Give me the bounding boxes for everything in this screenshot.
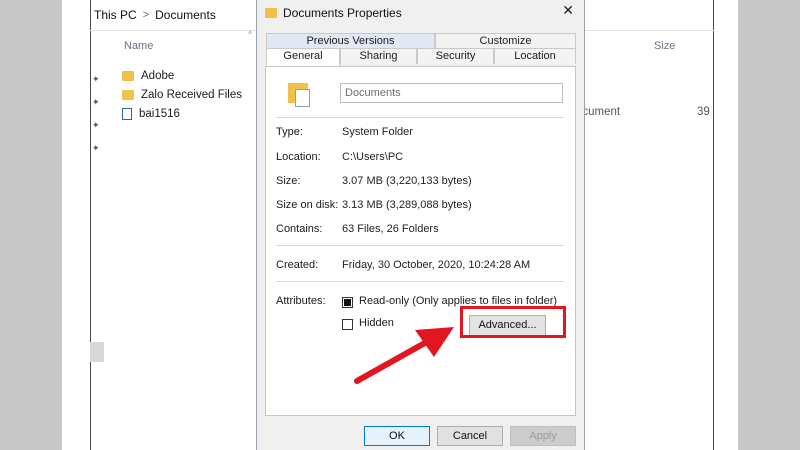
documents-folder-icon [288,81,312,107]
dialog-title: Documents Properties [283,6,402,20]
divider [276,281,564,282]
pin-icon[interactable]: ✦ [92,74,100,85]
tab-security[interactable]: Security [417,48,494,64]
readonly-checkbox[interactable] [342,296,353,308]
folder-icon [265,8,277,18]
prop-label: Created: [276,259,319,271]
prop-attributes: Attributes: [276,295,342,307]
list-item[interactable]: bai1516 [122,104,242,123]
column-header-name[interactable]: Name [124,40,153,52]
prop-label: Size: [276,175,301,187]
tab-row-bottom: General Sharing Security Location [266,48,576,67]
close-icon[interactable]: ✕ [562,2,574,19]
breadcrumb-documents[interactable]: Documents [155,8,216,22]
breadcrumb-this-pc[interactable]: This PC [94,8,137,22]
prop-value: 3.07 MB (3,220,133 bytes) [342,175,472,187]
prop-value: 63 Files, 26 Folders [342,223,439,235]
prop-label: Contains: [276,223,323,235]
prop-value: System Folder [342,126,413,138]
pin-icon[interactable]: ✦ [92,120,100,131]
scrollbar-thumb[interactable] [90,342,104,362]
file-size-cell: 39 [697,106,710,118]
column-header-size[interactable]: Size [654,40,675,52]
file-name: Adobe [141,69,175,82]
file-name: bai1516 [139,107,180,120]
prop-size-on-disk: Size on disk: 3.13 MB (3,289,088 bytes) [276,199,472,211]
prop-label: Type: [276,126,303,138]
word-document-icon [122,107,132,120]
tab-row-top: Previous Versions Customize [266,33,576,49]
prop-location: Location: C:\Users\PC [276,151,403,163]
tab-previous-versions[interactable]: Previous Versions [266,33,435,49]
hidden-checkbox[interactable] [342,318,353,330]
divider [276,245,564,246]
prop-label: Size on disk: [276,199,339,211]
folder-icon [122,89,134,100]
hidden-row: Hidden [342,317,394,330]
file-name: Zalo Received Files [141,88,242,101]
folder-icon [122,70,134,81]
folder-name-field[interactable]: Documents [340,83,563,103]
prop-label: Location: [276,151,321,163]
dialog-title-bar: Documents Properties [265,4,402,22]
tab-sharing[interactable]: Sharing [340,48,417,64]
pin-icon[interactable]: ✦ [92,97,100,108]
prop-size: Size: 3.07 MB (3,220,133 bytes) [276,175,472,187]
prop-value: Friday, 30 October, 2020, 10:24:28 AM [342,259,531,271]
quick-access-pins: ✦ ✦ ✦ ✦ [92,74,100,154]
list-item[interactable]: Zalo Received Files [122,85,242,104]
file-list: Adobe Zalo Received Files bai1516 [122,66,242,123]
annotation-highlight-box [460,306,566,338]
left-margin [0,0,62,450]
right-margin [738,0,800,450]
apply-button[interactable]: Apply [510,426,576,446]
general-tab-panel: Documents Type: System Folder Location: … [265,66,576,416]
chevron-right-icon: > [142,9,150,21]
properties-dialog: Documents Properties ✕ Previous Versions… [256,0,585,450]
tab-customize[interactable]: Customize [435,33,576,49]
prop-created: Created: Friday, 30 October, 2020, 10:24… [276,259,530,271]
divider [276,117,564,118]
prop-type: Type: System Folder [276,126,413,138]
cancel-button[interactable]: Cancel [437,426,503,446]
ok-button[interactable]: OK [364,426,430,446]
prop-value: C:\Users\PC [342,151,404,163]
sort-caret-icon: ^ [248,30,252,39]
list-item[interactable]: Adobe [122,66,242,85]
hidden-label: Hidden [359,317,394,329]
breadcrumb: This PC > Documents [94,8,216,22]
tab-general[interactable]: General [266,48,340,67]
tab-location[interactable]: Location [494,48,576,64]
prop-value: 3.13 MB (3,289,088 bytes) [342,199,472,211]
prop-contains: Contains: 63 Files, 26 Folders [276,223,439,235]
pin-icon[interactable]: ✦ [92,143,100,154]
prop-label: Attributes: [276,295,326,307]
